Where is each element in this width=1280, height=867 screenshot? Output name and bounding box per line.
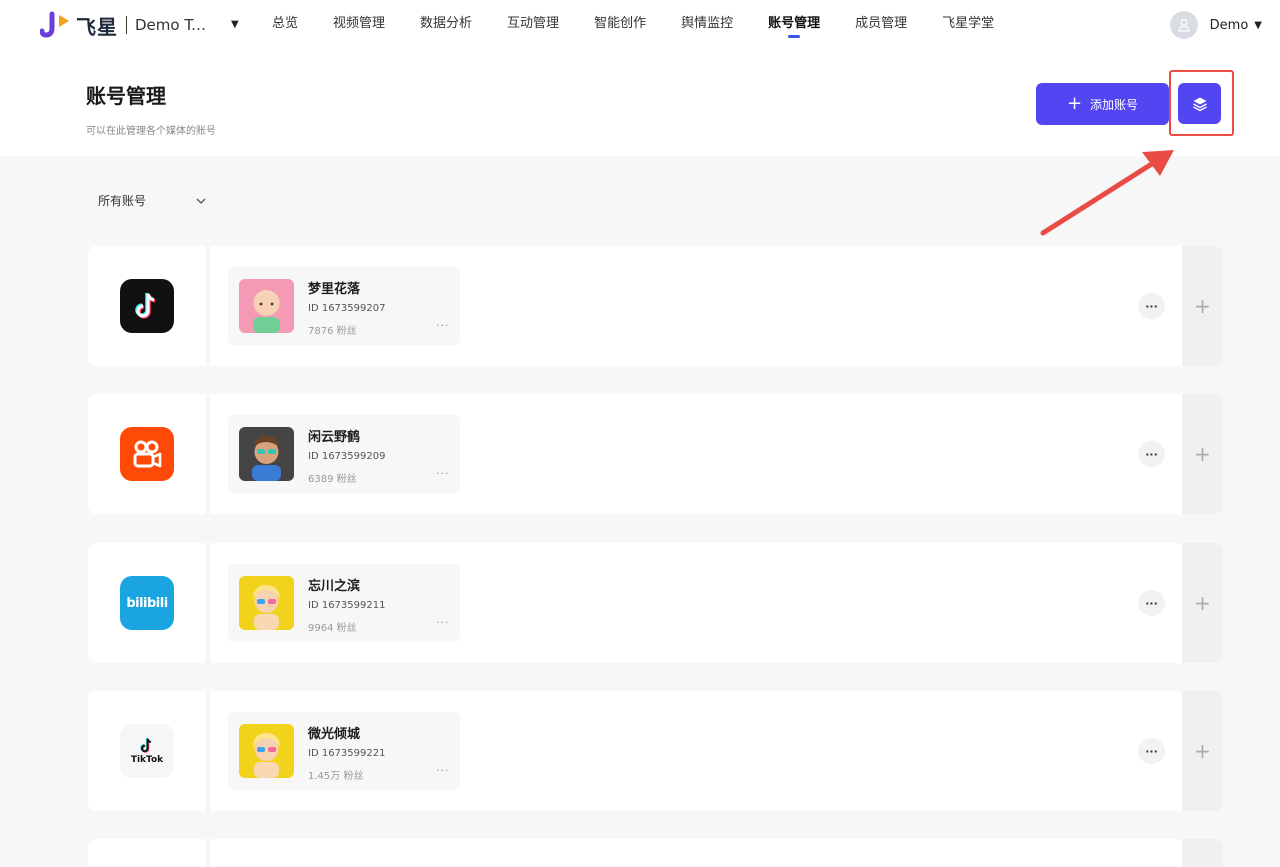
bilibili-logo-text: bilibili bbox=[126, 595, 168, 611]
account-filter[interactable]: 所有账号 bbox=[98, 192, 206, 209]
account-name: 闲云野鹤 bbox=[308, 430, 361, 445]
brand-name: 飞星 bbox=[76, 14, 118, 39]
top-nav: 飞星 Demo Team ▼ 总览 视频管理 数据分析 互动管理 智能创作 舆情… bbox=[0, 0, 1280, 50]
card-more-button[interactable]: ··· bbox=[1138, 441, 1165, 467]
tiktok-logo-text: TikTok bbox=[130, 755, 164, 765]
account-card: 梦里花落 ID 1673599207 7876 粉丝 ··· ··· + bbox=[88, 246, 1223, 366]
nav-item-analytics[interactable]: 数据分析 bbox=[420, 0, 472, 50]
account-id: ID 1673599221 bbox=[308, 748, 386, 759]
platform-cell bbox=[88, 394, 206, 514]
card-more-button[interactable]: ··· bbox=[1138, 738, 1165, 764]
account-more-icon[interactable]: ··· bbox=[436, 764, 450, 777]
card-divider bbox=[206, 394, 210, 514]
card-more-button[interactable]: ··· bbox=[1138, 590, 1165, 616]
account-card: bilibili 忘川之滨 ID 1673599211 9964 粉丝 ··· … bbox=[88, 543, 1223, 663]
add-account-to-platform-button[interactable]: + bbox=[1182, 246, 1223, 366]
avatar bbox=[239, 427, 294, 481]
nav-item-creation[interactable]: 智能创作 bbox=[594, 0, 646, 50]
card-divider bbox=[206, 691, 210, 811]
plus-icon: + bbox=[1066, 93, 1083, 114]
account-id: ID 1673599211 bbox=[308, 600, 386, 611]
user-name: Demo bbox=[1209, 17, 1249, 33]
account-more-icon[interactable]: ··· bbox=[436, 616, 450, 629]
add-account-to-platform-button[interactable]: + bbox=[1182, 691, 1223, 811]
tiktok-icon: TikTok bbox=[120, 724, 174, 778]
platform-cell: bilibili bbox=[88, 543, 206, 663]
platform-cell: TikTok bbox=[88, 691, 206, 811]
card-divider bbox=[206, 543, 210, 663]
account-name: 梦里花落 bbox=[308, 282, 361, 297]
team-dropdown-icon[interactable]: ▼ bbox=[231, 19, 239, 30]
brand[interactable]: 飞星 Demo Team bbox=[40, 10, 211, 40]
account-filter-label: 所有账号 bbox=[98, 194, 147, 208]
avatar bbox=[239, 576, 294, 630]
platform-cell bbox=[88, 246, 206, 366]
account-more-icon[interactable]: ··· bbox=[436, 467, 450, 480]
page-description: 可以在此管理各个媒体的账号 bbox=[86, 126, 216, 137]
account-id: ID 1673599207 bbox=[308, 303, 386, 314]
account-item[interactable]: 闲云野鹤 ID 1673599209 6389 粉丝 ··· bbox=[228, 415, 460, 493]
account-name: 微光倾城 bbox=[308, 727, 361, 742]
account-card bbox=[88, 839, 1223, 867]
account-card: 闲云野鹤 ID 1673599209 6389 粉丝 ··· ··· + bbox=[88, 394, 1223, 514]
account-card: TikTok 微光倾城 ID 1673599221 1.45万 粉丝 ··· ·… bbox=[88, 691, 1223, 811]
highlight-box bbox=[1169, 70, 1234, 136]
nav-item-accounts[interactable]: 账号管理 bbox=[768, 0, 820, 50]
user-avatar bbox=[1169, 11, 1198, 39]
account-item[interactable]: 忘川之滨 ID 1673599211 9964 粉丝 ··· bbox=[228, 564, 460, 642]
nav-item-members[interactable]: 成员管理 bbox=[855, 0, 907, 50]
add-account-to-platform-button[interactable]: + bbox=[1182, 543, 1223, 663]
card-divider bbox=[206, 839, 210, 867]
chevron-down-icon bbox=[196, 198, 206, 204]
account-name: 忘川之滨 bbox=[308, 579, 361, 594]
user-dropdown-icon: ▼ bbox=[1254, 19, 1262, 31]
account-item[interactable]: 梦里花落 ID 1673599207 7876 粉丝 ··· bbox=[228, 267, 460, 345]
brand-separator bbox=[126, 16, 127, 34]
kuaishou-icon bbox=[120, 427, 174, 481]
card-more-button[interactable]: ··· bbox=[1138, 293, 1165, 319]
team-name[interactable]: Demo Team bbox=[135, 16, 211, 34]
nav-item-monitor[interactable]: 舆情监控 bbox=[681, 0, 733, 50]
card-divider bbox=[206, 246, 210, 366]
add-account-to-platform-button[interactable]: + bbox=[1182, 394, 1223, 514]
bilibili-icon: bilibili bbox=[120, 576, 174, 630]
annotation-arrow-icon bbox=[1040, 150, 1174, 236]
add-account-label: 添加账号 bbox=[1090, 97, 1139, 112]
account-id: ID 1673599209 bbox=[308, 451, 386, 462]
user-icon bbox=[1178, 19, 1190, 32]
nav-item-overview[interactable]: 总览 bbox=[272, 0, 298, 50]
nav-item-interaction[interactable]: 互动管理 bbox=[507, 0, 559, 50]
avatar bbox=[239, 279, 294, 333]
douyin-icon bbox=[120, 279, 174, 333]
add-account-to-platform-button[interactable] bbox=[1182, 839, 1223, 867]
nav-item-video[interactable]: 视频管理 bbox=[333, 0, 385, 50]
user-menu[interactable]: Demo ▼ bbox=[1169, 10, 1262, 40]
add-account-button[interactable]: + 添加账号 bbox=[1036, 83, 1169, 125]
account-fans: 9964 粉丝 bbox=[308, 623, 357, 634]
account-more-icon[interactable]: ··· bbox=[436, 319, 450, 332]
account-fans: 1.45万 粉丝 bbox=[308, 771, 364, 782]
account-item[interactable]: 微光倾城 ID 1673599221 1.45万 粉丝 ··· bbox=[228, 712, 460, 790]
nav-menu: 总览 视频管理 数据分析 互动管理 智能创作 舆情监控 账号管理 成员管理 飞星… bbox=[272, 0, 1029, 50]
logo-icon bbox=[40, 11, 69, 38]
avatar bbox=[239, 724, 294, 778]
page-title: 账号管理 bbox=[86, 84, 166, 108]
account-fans: 7876 粉丝 bbox=[308, 326, 357, 337]
account-fans: 6389 粉丝 bbox=[308, 474, 357, 485]
nav-item-academy[interactable]: 飞星学堂 bbox=[942, 0, 994, 50]
